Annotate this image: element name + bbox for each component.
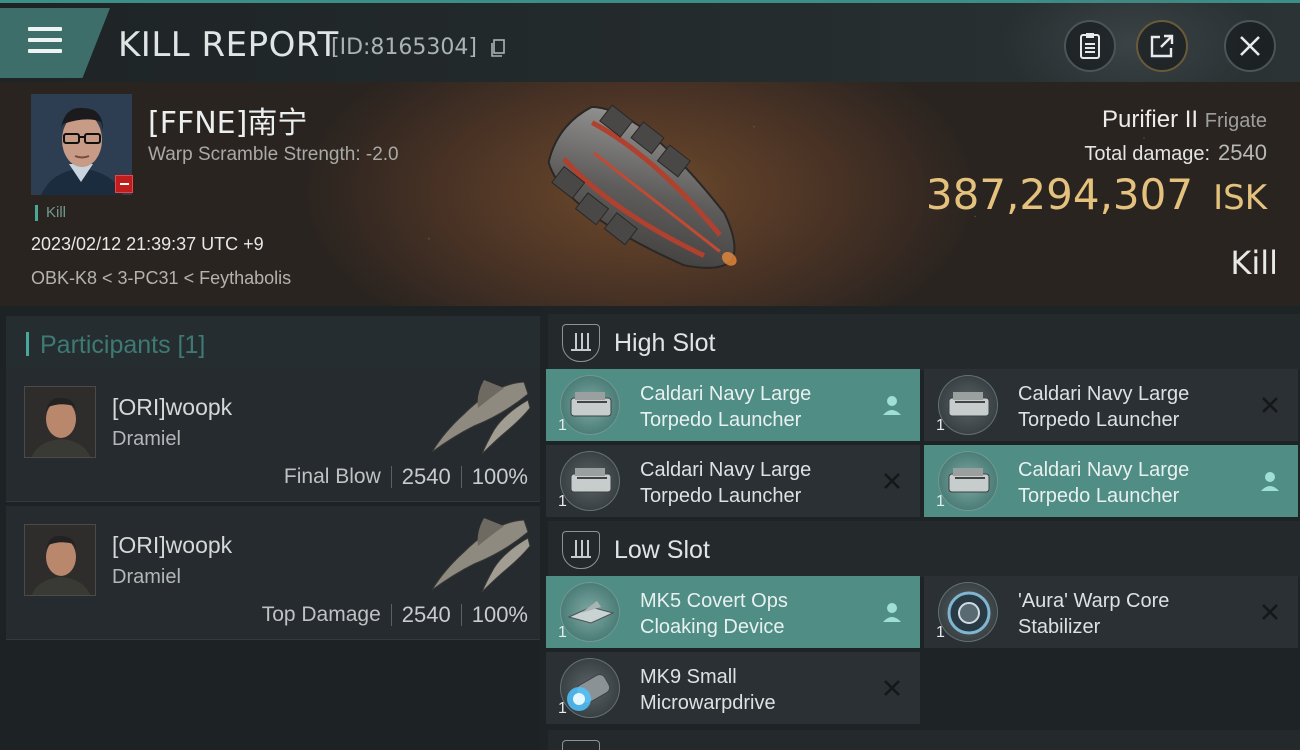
participant-card[interactable]: [ORI]woopk Dramiel Final Blow 2540 100% <box>6 368 540 502</box>
slot-icon <box>562 740 600 750</box>
warp-core-stabilizer-icon <box>938 582 998 642</box>
fitted-person-icon <box>883 603 901 622</box>
destroyed-x-icon <box>1262 397 1278 413</box>
kill-datetime: 2023/02/12 21:39:37 UTC +9 <box>31 234 264 254</box>
participants-header[interactable]: Participants [1] <box>6 316 540 372</box>
module-name: Caldari Navy Large Torpedo Launcher <box>1018 459 1190 507</box>
module-quantity: 1 <box>558 700 567 717</box>
close-button[interactable] <box>1224 20 1276 72</box>
module-quantity: 1 <box>936 624 945 641</box>
module-quantity: 1 <box>558 624 567 641</box>
module-item[interactable]: 1 'Aura' Warp Core Stabilizer <box>924 576 1298 648</box>
module-name: Caldari Navy Large Torpedo Launcher <box>640 459 812 507</box>
participant-percent: 100% <box>471 464 528 489</box>
page-title: KILL REPORT <box>118 25 339 65</box>
module-item[interactable]: 1 MK5 Covert Ops Cloaking Device <box>546 576 920 648</box>
participant-role: Final Blow <box>283 465 381 488</box>
victim-ship-image[interactable] <box>520 88 770 298</box>
kill-tag: Kill <box>35 205 66 221</box>
total-damage: Total damage: 2540 <box>1084 140 1267 165</box>
participant-ship-icon[interactable] <box>424 512 534 594</box>
victim-banner: [FFNE]南宁 Warp Scramble Strength: -2.0 Ki… <box>0 82 1300 306</box>
hostile-status-icon <box>115 175 133 193</box>
victim-name[interactable]: [FFNE]南宁 <box>148 98 307 142</box>
torpedo-launcher-icon <box>938 375 998 435</box>
participant-name[interactable]: [ORI]woopk <box>112 394 232 421</box>
participant-percent: 100% <box>471 602 528 627</box>
module-name: MK5 Covert Ops Cloaking Device <box>640 590 788 638</box>
fitting-panel: High Slot 1 Caldari Navy Large Torpedo L… <box>540 306 1300 750</box>
participant-card[interactable]: [ORI]woopk Dramiel Top Damage 2540 100% <box>6 506 540 640</box>
avatar[interactable] <box>24 524 96 596</box>
clipboard-icon <box>1080 33 1100 59</box>
fitted-person-icon <box>1261 472 1279 491</box>
torpedo-launcher-icon <box>938 451 998 511</box>
share-icon <box>1150 34 1174 58</box>
destroyed-x-icon <box>884 473 900 489</box>
destroyed-x-icon <box>884 680 900 696</box>
kill-result: Kill <box>1230 244 1278 282</box>
hamburger-icon[interactable] <box>28 27 62 53</box>
participant-damage: 2540 <box>401 464 451 489</box>
cloaking-device-icon <box>560 582 620 642</box>
participant-name[interactable]: [ORI]woopk <box>112 532 232 559</box>
report-id: [ID:8165304] <box>331 35 477 60</box>
close-icon <box>1240 36 1260 56</box>
module-name: 'Aura' Warp Core Stabilizer <box>1018 590 1170 638</box>
victim-ship-name[interactable]: Purifier II Frigate <box>1102 106 1267 134</box>
participant-avatar-image <box>25 525 95 595</box>
module-quantity: 1 <box>936 493 945 510</box>
participant-role: Top Damage <box>261 603 381 626</box>
kill-location[interactable]: OBK-K8 < 3-PC31 < Feythabolis <box>31 268 291 289</box>
module-name: Caldari Navy Large Torpedo Launcher <box>640 383 812 431</box>
high-slot-header: High Slot <box>548 314 1300 370</box>
participant-stats: Top Damage 2540 100% <box>262 602 528 628</box>
isk-value: 387,294,307 ISK <box>925 170 1267 219</box>
copy-icon[interactable] <box>490 39 506 57</box>
module-item[interactable]: 1 Caldari Navy Large Torpedo Launcher <box>546 369 920 441</box>
module-item[interactable]: 1 MK9 Small Microwarpdrive <box>546 652 920 724</box>
participant-ship: Dramiel <box>112 428 181 450</box>
module-quantity: 1 <box>558 417 567 434</box>
module-name: Caldari Navy Large Torpedo Launcher <box>1018 383 1190 431</box>
module-item[interactable]: 1 Caldari Navy Large Torpedo Launcher <box>924 445 1298 517</box>
high-slot-label: High Slot <box>614 329 716 357</box>
microwarpdrive-icon <box>560 658 620 718</box>
module-item[interactable]: 1 Caldari Navy Large Torpedo Launcher <box>546 445 920 517</box>
participant-avatar-image <box>25 387 95 457</box>
torpedo-launcher-icon <box>560 451 620 511</box>
next-slot-header <box>548 730 1300 750</box>
participant-ship: Dramiel <box>112 566 181 588</box>
participants-panel: Participants [1] [ORI]woopk Dramiel Fina… <box>0 306 540 750</box>
module-quantity: 1 <box>936 417 945 434</box>
participant-ship-icon[interactable] <box>424 374 534 456</box>
participant-damage: 2540 <box>401 602 451 627</box>
share-button[interactable] <box>1136 20 1188 72</box>
destroyed-x-icon <box>1262 604 1278 620</box>
low-slot-header: Low Slot <box>548 521 1300 577</box>
low-slot-icon <box>562 531 600 569</box>
high-slot-icon <box>562 324 600 362</box>
top-bar: KILL REPORT [ID:8165304] <box>0 0 1300 113</box>
module-item[interactable]: 1 Caldari Navy Large Torpedo Launcher <box>924 369 1298 441</box>
clipboard-button[interactable] <box>1064 20 1116 72</box>
low-slot-label: Low Slot <box>614 536 710 564</box>
fitted-person-icon <box>883 396 901 415</box>
avatar[interactable] <box>24 386 96 458</box>
module-quantity: 1 <box>558 493 567 510</box>
torpedo-launcher-icon <box>560 375 620 435</box>
participant-stats: Final Blow 2540 100% <box>284 464 528 490</box>
warp-scramble-strength: Warp Scramble Strength: -2.0 <box>148 144 399 165</box>
module-name: MK9 Small Microwarpdrive <box>640 666 776 714</box>
participants-label: Participants [1] <box>40 331 206 359</box>
